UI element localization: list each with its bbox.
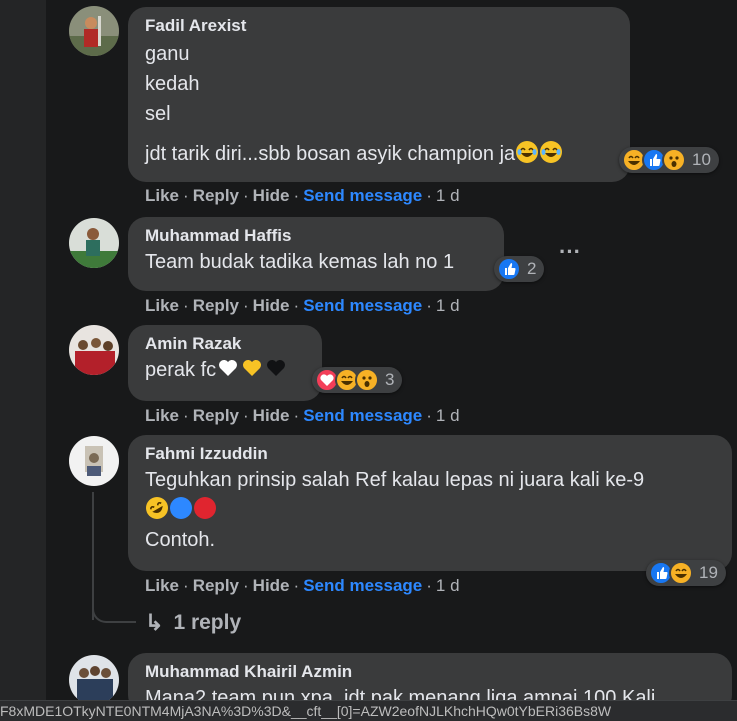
like-button[interactable]: Like <box>145 406 179 425</box>
reaction-summary[interactable]: 19 <box>646 560 726 586</box>
red-circle-icon <box>194 497 216 519</box>
comment-author[interactable]: Fadil Arexist <box>145 15 614 37</box>
reply-arrow-icon: ↳ <box>145 610 164 635</box>
separator: · <box>183 186 189 205</box>
separator: · <box>183 576 189 595</box>
separator: · <box>293 406 300 425</box>
status-bar-url: F8xMDE1OTkyNTE0NTM4MjA3NA%3D%3D&__cft__[… <box>0 700 737 721</box>
comment-actions: Like · Reply · Hide · Send message · 1 d <box>145 295 460 317</box>
timestamp[interactable]: 1 d <box>436 296 460 315</box>
comment-line: sel <box>145 103 171 125</box>
joy-icon <box>516 141 539 163</box>
send-message-button[interactable]: Send message <box>303 296 422 315</box>
reaction-summary[interactable]: 3 <box>312 367 403 393</box>
view-replies-button[interactable]: ↳ 1 reply <box>145 610 241 636</box>
joy-icon <box>540 141 563 163</box>
comment-actions: Like · Reply · Hide · Send message · 1 d <box>145 575 460 597</box>
like-button[interactable]: Like <box>145 296 179 315</box>
separator: · <box>243 296 249 315</box>
separator: · <box>293 296 300 315</box>
comment-line: Contoh. <box>145 529 216 551</box>
reaction-count: 10 <box>692 150 711 169</box>
send-message-button[interactable]: Send message <box>303 406 422 425</box>
reaction-summary[interactable]: 10 <box>619 147 719 173</box>
rofl-icon <box>146 497 168 519</box>
haha-icon <box>669 561 693 585</box>
comment-author[interactable]: Muhammad Haffis <box>145 225 488 247</box>
comment-line-with-emoji: perak fc <box>145 355 306 385</box>
comment-author[interactable]: Amin Razak <box>145 333 306 355</box>
reaction-count: 19 <box>699 563 718 582</box>
thread-connector <box>92 595 136 623</box>
like-icon <box>497 257 521 281</box>
comment-line: Teguhkan prinsip salah Ref kalau lepas n… <box>145 469 645 491</box>
separator: · <box>183 296 189 315</box>
like-button[interactable]: Like <box>145 576 179 595</box>
comment-author[interactable]: Muhammad Khairil Azmin <box>145 661 716 683</box>
send-message-button[interactable]: Send message <box>303 186 422 205</box>
separator: · <box>243 406 249 425</box>
separator: · <box>426 576 432 595</box>
left-sidebar-pane <box>0 0 46 720</box>
separator: · <box>426 406 432 425</box>
white-heart-icon <box>217 357 239 379</box>
reply-button[interactable]: Reply <box>193 576 239 595</box>
hide-button[interactable]: Hide <box>253 406 290 425</box>
wow-icon <box>662 148 686 172</box>
separator: · <box>183 406 189 425</box>
emoji-line <box>145 495 716 525</box>
wow-icon <box>355 368 379 392</box>
avatar[interactable] <box>69 218 119 268</box>
more-options-icon[interactable]: ··· <box>558 241 582 263</box>
hide-button[interactable]: Hide <box>253 296 290 315</box>
comment-bubble: Fadil Arexist ganu kedah sel jdt tarik d… <box>128 7 630 182</box>
reply-button[interactable]: Reply <box>193 406 239 425</box>
timestamp[interactable]: 1 d <box>436 186 460 205</box>
comment-bubble: Amin Razak perak fc <box>128 325 322 401</box>
black-heart-icon <box>265 357 287 379</box>
hide-button[interactable]: Hide <box>253 576 290 595</box>
send-message-button[interactable]: Send message <box>303 576 422 595</box>
separator: · <box>426 296 432 315</box>
reaction-count: 3 <box>385 370 395 389</box>
separator: · <box>243 576 249 595</box>
avatar[interactable] <box>69 436 119 486</box>
reaction-count: 2 <box>527 259 537 278</box>
reply-button[interactable]: Reply <box>193 296 239 315</box>
comment-author[interactable]: Fahmi Izzuddin <box>145 443 716 465</box>
timestamp[interactable]: 1 d <box>436 406 460 425</box>
reaction-summary[interactable]: 2 <box>494 256 545 282</box>
avatar[interactable] <box>69 325 119 375</box>
replies-count: 1 reply <box>173 611 242 634</box>
yellow-heart-icon <box>241 357 263 379</box>
like-button[interactable]: Like <box>145 186 179 205</box>
separator: · <box>293 576 300 595</box>
hide-button[interactable]: Hide <box>253 186 290 205</box>
comment-actions: Like · Reply · Hide · Send message · 1 d <box>145 185 460 207</box>
comment-line: ganu <box>145 43 190 65</box>
avatar[interactable] <box>69 6 119 56</box>
timestamp[interactable]: 1 d <box>436 576 460 595</box>
separator: · <box>243 186 249 205</box>
comment-line: perak fc <box>145 359 217 381</box>
comment-line: kedah <box>145 73 200 95</box>
blue-circle-icon <box>170 497 192 519</box>
separator: · <box>293 186 300 205</box>
separator: · <box>426 186 432 205</box>
comment-line-with-emoji: jdt tarik diri...sbb bosan asyik champio… <box>145 139 614 169</box>
comment-bubble: Muhammad Haffis Team budak tadika kemas … <box>128 217 504 291</box>
comment-line: Team budak tadika kemas lah no 1 <box>145 251 455 273</box>
reply-button[interactable]: Reply <box>193 186 239 205</box>
avatar[interactable] <box>69 655 119 705</box>
comment-bubble: Fahmi Izzuddin Teguhkan prinsip salah Re… <box>128 435 732 571</box>
comment-actions: Like · Reply · Hide · Send message · 1 d <box>145 405 460 427</box>
comment-line: jdt tarik diri...sbb bosan asyik champio… <box>145 143 516 165</box>
